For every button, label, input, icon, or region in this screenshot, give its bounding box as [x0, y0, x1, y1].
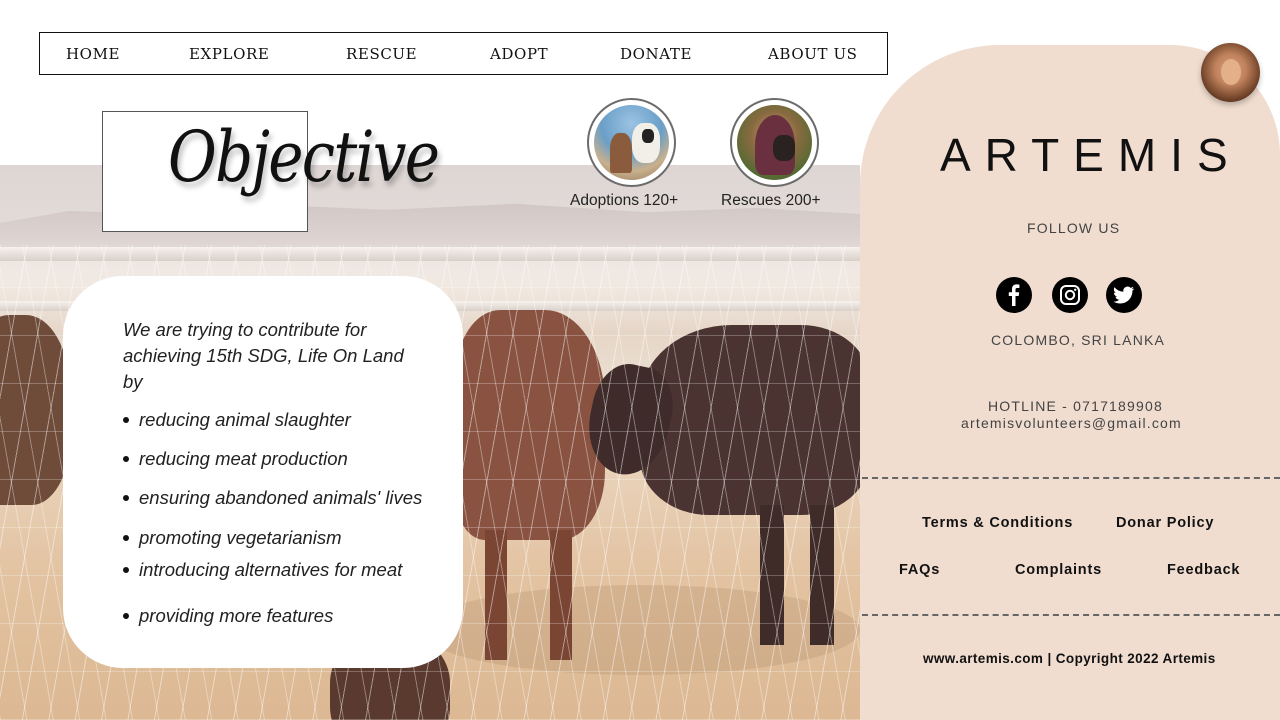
- feedback-link[interactable]: Feedback: [1167, 562, 1240, 578]
- donor-policy-link[interactable]: Donar Policy: [1116, 515, 1214, 531]
- bullet-icon: [123, 417, 129, 423]
- list-item: introducing alternatives for meat: [123, 559, 402, 581]
- instagram-icon[interactable]: [1052, 277, 1088, 313]
- bullet-icon: [123, 567, 129, 573]
- person-figure: [610, 133, 632, 173]
- rescues-photo-frame: [730, 98, 819, 187]
- nav-adopt[interactable]: ADOPT: [490, 45, 548, 63]
- complaints-link[interactable]: Complaints: [1015, 562, 1102, 578]
- copyright-text: www.artemis.com | Copyright 2022 Artemis: [923, 651, 1216, 666]
- hotline-text: HOTLINE - 0717189908: [988, 398, 1163, 414]
- follow-us-label: FOLLOW US: [1027, 220, 1121, 236]
- list-item: reducing animal slaughter: [123, 409, 351, 431]
- divider: [862, 477, 1280, 479]
- nav-explore[interactable]: EXPLORE: [189, 45, 269, 63]
- list-item: ensuring abandoned animals' lives: [123, 487, 422, 509]
- list-item: providing more features: [123, 605, 333, 627]
- bullet-icon: [123, 535, 129, 541]
- list-item: promoting vegetarianism: [123, 527, 342, 549]
- faqs-link[interactable]: FAQs: [899, 562, 940, 578]
- email-link[interactable]: artemisvolunteers@gmail.com: [961, 415, 1182, 431]
- dog-figure: [773, 135, 795, 161]
- bullet-icon: [123, 613, 129, 619]
- adoptions-photo-frame: [587, 98, 676, 187]
- main-nav: HOME EXPLORE RESCUE ADOPT DONATE ABOUT U…: [39, 32, 888, 75]
- bullet-icon: [123, 456, 129, 462]
- rescue-photo: [737, 105, 812, 180]
- terms-link[interactable]: Terms & Conditions: [922, 515, 1073, 531]
- avatar-face: [1221, 59, 1241, 85]
- objective-title: Objective: [168, 116, 440, 198]
- nav-home[interactable]: HOME: [66, 45, 120, 63]
- nav-donate[interactable]: DONATE: [620, 45, 692, 63]
- nav-about-us[interactable]: ABOUT US: [768, 45, 858, 63]
- bullet-icon: [123, 495, 129, 501]
- calf-figure: [632, 123, 660, 163]
- location-text: COLOMBO, SRI LANKA: [991, 332, 1166, 348]
- user-avatar[interactable]: [1201, 43, 1260, 102]
- nav-rescue[interactable]: RESCUE: [346, 45, 417, 63]
- adoptions-count: Adoptions 120+: [570, 192, 679, 209]
- adoption-photo: [594, 105, 669, 180]
- objective-card: We are trying to contribute for achievin…: [63, 276, 463, 668]
- objective-intro: We are trying to contribute for achievin…: [123, 319, 404, 392]
- twitter-icon[interactable]: [1106, 277, 1142, 313]
- divider: [862, 614, 1280, 616]
- list-item: reducing meat production: [123, 448, 348, 470]
- rescues-count: Rescues 200+: [721, 192, 821, 209]
- facebook-icon[interactable]: [996, 277, 1032, 313]
- brand-logo: ARTEMIS: [940, 129, 1242, 181]
